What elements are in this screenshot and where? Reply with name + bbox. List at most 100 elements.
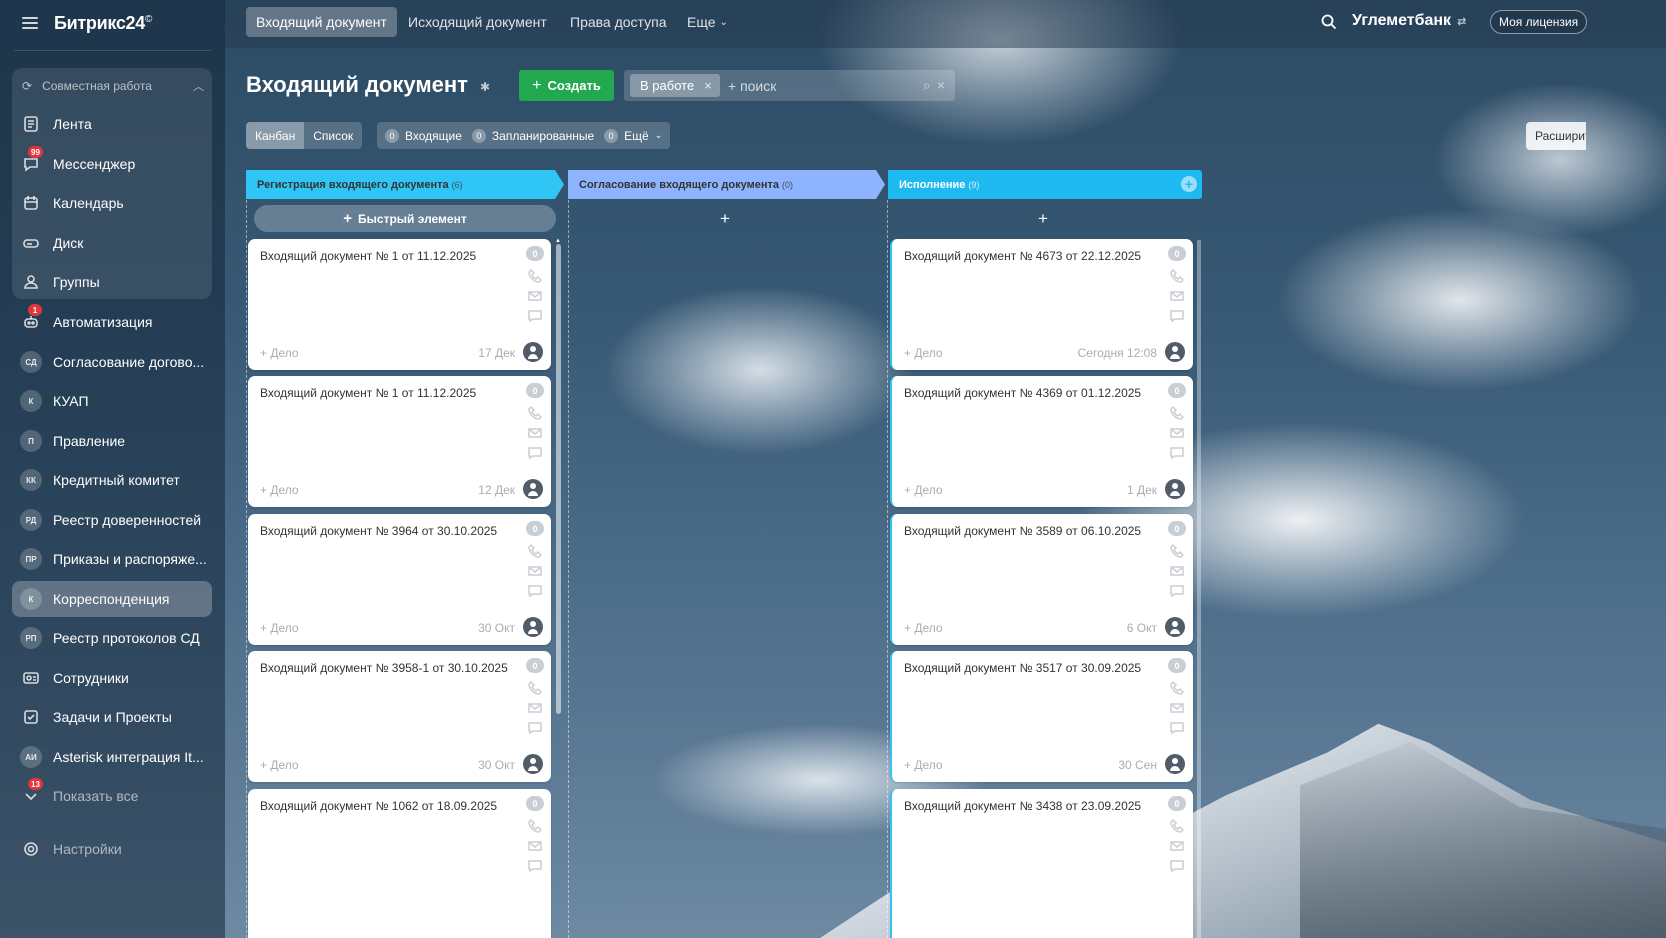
add-task-link[interactable]: + Дело bbox=[260, 346, 299, 360]
sidebar-item-contracts[interactable]: СД Согласование догово... bbox=[12, 344, 212, 380]
clear-icon[interactable]: × bbox=[937, 77, 945, 94]
sidebar-item-kuap[interactable]: К КУАП bbox=[12, 383, 212, 419]
create-button[interactable]: + Создать bbox=[519, 70, 614, 101]
chevron-up-icon[interactable]: ︿ bbox=[193, 78, 204, 94]
avatar[interactable] bbox=[523, 342, 543, 362]
card-title[interactable]: Входящий документ № 4369 от 01.12.2025 bbox=[904, 386, 1141, 400]
comment-icon[interactable] bbox=[1170, 721, 1184, 735]
tab-incoming-document[interactable]: Входящий документ bbox=[246, 7, 397, 37]
phone-icon[interactable] bbox=[1170, 544, 1184, 558]
sidebar-item-disk[interactable]: Диск bbox=[12, 225, 212, 261]
sidebar-item-orders[interactable]: ПР Приказы и распоряже... bbox=[12, 541, 212, 577]
card-title[interactable]: Входящий документ № 3958-1 от 30.10.2025 bbox=[260, 661, 508, 675]
card-title[interactable]: Входящий документ № 3964 от 30.10.2025 bbox=[260, 524, 497, 538]
comment-icon[interactable] bbox=[528, 309, 542, 323]
column-scrollbar[interactable] bbox=[556, 244, 561, 714]
kanban-card[interactable]: Входящий документ № 4369 от 01.12.2025 0… bbox=[890, 376, 1193, 507]
comment-icon[interactable] bbox=[1170, 859, 1184, 873]
sidebar-item-employees[interactable]: Сотрудники bbox=[12, 660, 212, 696]
group-header[interactable]: ⟳ Совместная работа ︿ bbox=[22, 76, 204, 96]
mail-icon[interactable] bbox=[1170, 426, 1184, 440]
phone-icon[interactable] bbox=[528, 819, 542, 833]
phone-icon[interactable] bbox=[528, 681, 542, 695]
mail-icon[interactable] bbox=[1170, 701, 1184, 715]
view-list[interactable]: Список bbox=[304, 122, 362, 149]
add-task-link[interactable]: + Дело bbox=[904, 758, 943, 772]
kanban-card[interactable]: Входящий документ № 4673 от 22.12.2025 0… bbox=[890, 239, 1193, 370]
counter-planned[interactable]: 0 Запланированные bbox=[471, 128, 594, 143]
comment-icon[interactable] bbox=[1170, 309, 1184, 323]
kanban-card[interactable]: Входящий документ № 3589 от 06.10.2025 0… bbox=[890, 514, 1193, 645]
close-icon[interactable]: × bbox=[704, 78, 712, 93]
counter-more[interactable]: 0 Ещё ⌄ bbox=[604, 128, 662, 143]
sidebar-item-credit-committee[interactable]: КК Кредитный комитет bbox=[12, 462, 212, 498]
menu-burger-icon[interactable] bbox=[22, 17, 38, 29]
tab-access-rights[interactable]: Права доступа bbox=[560, 7, 676, 37]
search-input[interactable]: + поиск bbox=[728, 78, 776, 94]
add-column-icon[interactable]: + bbox=[1181, 176, 1197, 192]
card-title[interactable]: Входящий документ № 1 от 11.12.2025 bbox=[260, 249, 476, 263]
mail-icon[interactable] bbox=[528, 839, 542, 853]
license-button[interactable]: Моя лицензия bbox=[1490, 10, 1588, 34]
phone-icon[interactable] bbox=[528, 544, 542, 558]
sidebar-item-correspondence[interactable]: К Корреспонденция bbox=[12, 581, 212, 617]
mail-icon[interactable] bbox=[1170, 839, 1184, 853]
kanban-card[interactable]: Входящий документ № 3958-1 от 30.10.2025… bbox=[248, 651, 551, 782]
comment-icon[interactable] bbox=[528, 584, 542, 598]
column-scrollbar[interactable] bbox=[1197, 240, 1201, 938]
counter-incoming[interactable]: 0 Входящие bbox=[385, 128, 462, 143]
sidebar-item-power-of-attorney[interactable]: РД Реестр доверенностей bbox=[12, 502, 212, 538]
sidebar-item-board[interactable]: П Правление bbox=[12, 423, 212, 459]
kanban-card[interactable]: Входящий документ № 1 от 11.12.2025 0 + … bbox=[248, 376, 551, 507]
add-task-link[interactable]: + Дело bbox=[260, 758, 299, 772]
pin-icon[interactable]: ✱ bbox=[480, 80, 490, 94]
avatar[interactable] bbox=[523, 754, 543, 774]
sidebar-item-asterisk[interactable]: АИ Asterisk интеграция It... bbox=[12, 739, 212, 775]
card-title[interactable]: Входящий документ № 4673 от 22.12.2025 bbox=[904, 249, 1141, 263]
sidebar-item-groups[interactable]: Группы bbox=[12, 264, 212, 300]
phone-icon[interactable] bbox=[1170, 819, 1184, 833]
card-title[interactable]: Входящий документ № 3589 от 06.10.2025 bbox=[904, 524, 1141, 538]
comment-icon[interactable] bbox=[528, 721, 542, 735]
sidebar-item-automation[interactable]: 1 Автоматизация bbox=[12, 304, 212, 340]
card-title[interactable]: Входящий документ № 1062 от 18.09.2025 bbox=[260, 799, 497, 813]
filter-search-box[interactable]: В работе × + поиск ⌕ × bbox=[624, 70, 955, 101]
company-name[interactable]: Углеметбанк ⇄ bbox=[1352, 12, 1466, 30]
kanban-card[interactable]: Входящий документ № 1062 от 18.09.2025 0 bbox=[248, 789, 551, 938]
column-header-execution[interactable]: Исполнение (9) bbox=[888, 170, 1202, 199]
mail-icon[interactable] bbox=[1170, 564, 1184, 578]
tab-outgoing-document[interactable]: Исходящий документ bbox=[398, 7, 557, 37]
card-title[interactable]: Входящий документ № 1 от 11.12.2025 bbox=[260, 386, 476, 400]
mail-icon[interactable] bbox=[528, 701, 542, 715]
comment-icon[interactable] bbox=[528, 859, 542, 873]
filter-tag[interactable]: В работе × bbox=[630, 74, 720, 97]
kanban-card[interactable]: Входящий документ № 3438 от 23.09.2025 0 bbox=[890, 789, 1193, 938]
add-task-link[interactable]: + Дело bbox=[260, 483, 299, 497]
add-item-button[interactable]: + bbox=[1028, 205, 1058, 232]
mail-icon[interactable] bbox=[528, 289, 542, 303]
kanban-card[interactable]: Входящий документ № 3964 от 30.10.2025 0… bbox=[248, 514, 551, 645]
quick-add-button[interactable]: + Быстрый элемент bbox=[254, 205, 556, 232]
avatar[interactable] bbox=[1165, 479, 1185, 499]
phone-icon[interactable] bbox=[528, 269, 542, 283]
phone-icon[interactable] bbox=[528, 406, 542, 420]
column-header-registration[interactable]: Регистрация входящего документа (6) bbox=[246, 170, 564, 199]
expand-button[interactable]: Расширить bbox=[1526, 122, 1586, 150]
search-icon[interactable] bbox=[1320, 13, 1338, 31]
sidebar-item-settings[interactable]: Настройки bbox=[12, 831, 212, 867]
mail-icon[interactable] bbox=[528, 426, 542, 440]
avatar[interactable] bbox=[1165, 342, 1185, 362]
add-task-link[interactable]: + Дело bbox=[904, 346, 943, 360]
mail-icon[interactable] bbox=[528, 564, 542, 578]
phone-icon[interactable] bbox=[1170, 681, 1184, 695]
mail-icon[interactable] bbox=[1170, 289, 1184, 303]
app-logo[interactable]: Битрикс24© bbox=[54, 13, 152, 34]
avatar[interactable] bbox=[1165, 754, 1185, 774]
sidebar-item-show-all[interactable]: 13 Показать все bbox=[12, 778, 212, 814]
add-task-link[interactable]: + Дело bbox=[904, 621, 943, 635]
column-header-approval[interactable]: Согласование входящего документа (0) bbox=[568, 170, 885, 199]
sidebar-item-feed[interactable]: Лента bbox=[12, 106, 212, 142]
avatar[interactable] bbox=[1165, 617, 1185, 637]
card-title[interactable]: Входящий документ № 3438 от 23.09.2025 bbox=[904, 799, 1141, 813]
add-item-button[interactable]: + bbox=[710, 205, 740, 232]
